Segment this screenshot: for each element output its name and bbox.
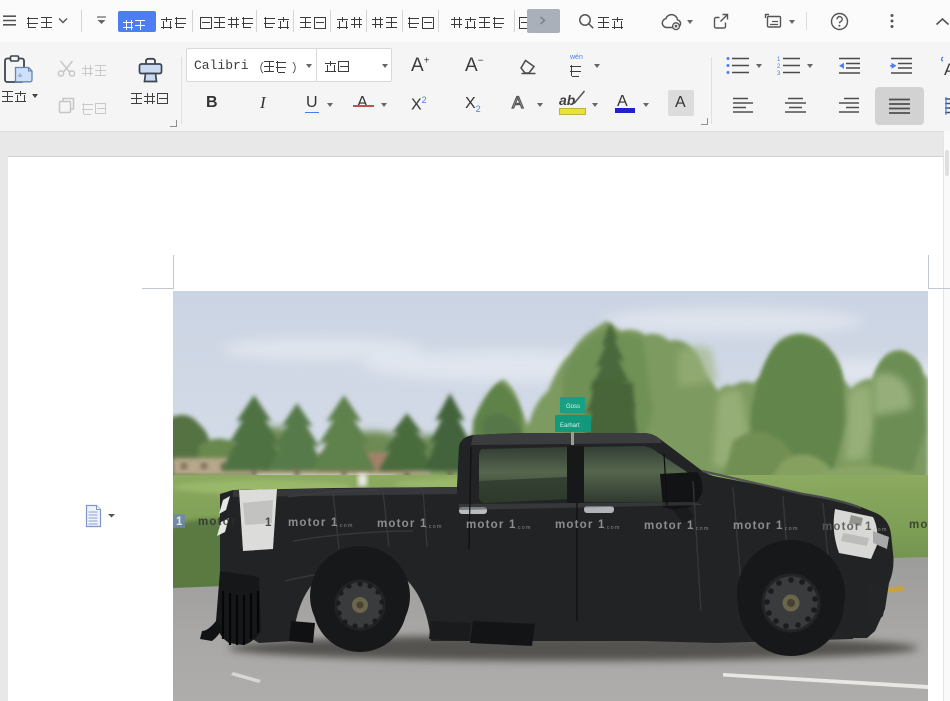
svg-text:.com: .com [604, 525, 621, 531]
svg-text:1: 1 [777, 57, 781, 63]
svg-text:motor 1: motor 1 [555, 519, 606, 531]
svg-text:motor 1: motor 1 [822, 521, 873, 533]
svg-text:.com: .com [337, 523, 354, 529]
svg-text:motor 1: motor 1 [288, 517, 339, 529]
svg-text:.com: .com [871, 527, 888, 533]
svg-text:Earhart: Earhart [560, 423, 580, 429]
svg-text:motor 1: motor 1 [644, 520, 695, 532]
svg-text:motor 1: motor 1 [733, 520, 784, 532]
svg-text:mo: mo [909, 519, 928, 531]
svg-text:2: 2 [777, 64, 781, 70]
svg-text:.com: .com [782, 526, 799, 532]
svg-text:3: 3 [777, 71, 781, 76]
svg-text:.com: .com [693, 526, 710, 532]
svg-text:A: A [944, 60, 950, 77]
svg-text:1: 1 [176, 516, 184, 528]
svg-text:.com: .com [515, 525, 532, 531]
svg-text:motor 1: motor 1 [377, 518, 428, 530]
svg-text:.com: .com [426, 524, 443, 530]
svg-text:motor 1: motor 1 [466, 519, 517, 531]
svg-text:1: 1 [265, 517, 273, 529]
svg-text:Goss: Goss [566, 404, 580, 410]
svg-text:motor: motor [198, 516, 237, 528]
